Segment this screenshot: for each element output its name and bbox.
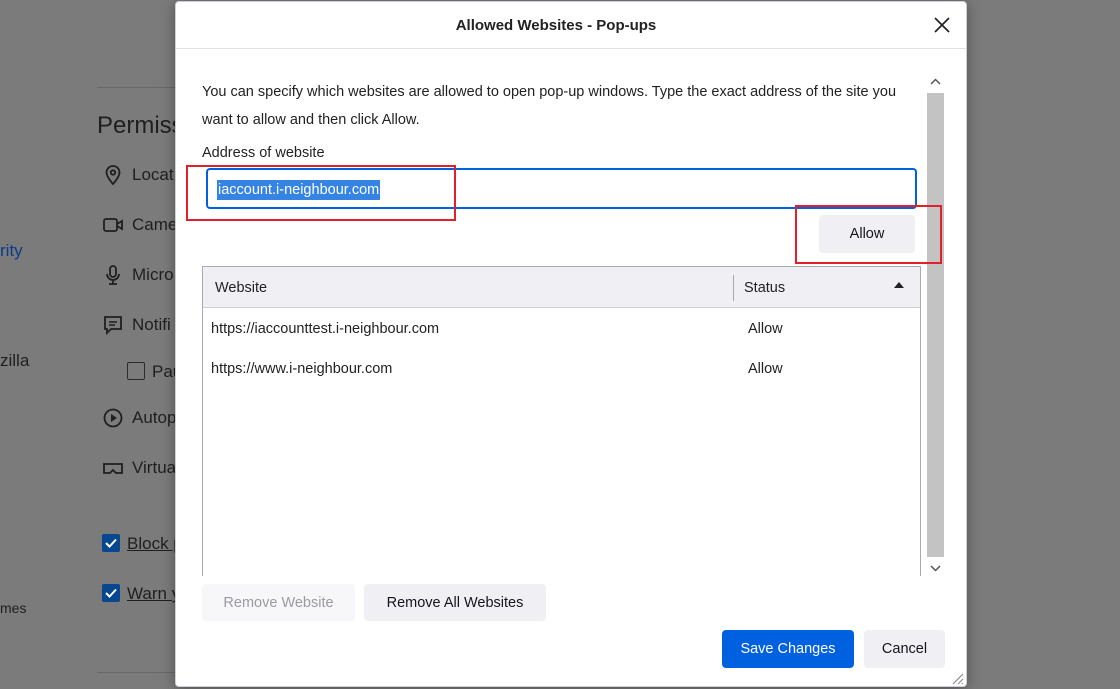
permission-autoplay-label: Autop	[132, 408, 177, 427]
sidebar-item-more-from-mozilla[interactable]: zilla	[0, 351, 29, 371]
remove-all-websites-button[interactable]: Remove All Websites	[364, 584, 546, 621]
website-cell: https://iaccounttest.i-neighbour.com	[211, 321, 440, 337]
permission-location-label: Locat	[132, 165, 174, 184]
allow-button[interactable]: Allow	[819, 215, 915, 253]
divider	[97, 87, 177, 88]
location-pin-icon	[102, 164, 124, 186]
warn-addons-checkbox[interactable]	[102, 584, 120, 602]
column-separator[interactable]	[733, 275, 734, 301]
dialog-description: You can specify which websites are allow…	[202, 84, 897, 128]
permission-vr-label: Virtua	[132, 458, 177, 477]
save-changes-button[interactable]: Save Changes	[722, 630, 854, 668]
scroll-up-button[interactable]	[926, 73, 945, 91]
status-cell: Allow	[748, 361, 783, 377]
chevron-up-icon	[930, 78, 941, 85]
address-label: Address of website	[202, 145, 325, 161]
permission-notifications-label: Notifi	[132, 315, 171, 334]
scroll-down-button[interactable]	[926, 559, 945, 577]
permission-camera-label: Came	[132, 215, 178, 234]
websites-table: Website Status https://iaccounttest.i-ne…	[202, 266, 921, 576]
resize-grip-icon[interactable]	[948, 669, 964, 685]
microphone-icon	[102, 264, 124, 286]
close-button[interactable]	[930, 13, 954, 37]
dialog-titlebar: Allowed Websites - Pop-ups	[176, 2, 966, 49]
website-cell: https://www.i-neighbour.com	[211, 361, 393, 377]
permission-microphone-label: Micro	[132, 265, 174, 284]
vr-headset-icon	[102, 457, 124, 479]
table-header: Website Status	[203, 267, 920, 308]
warn-addons-label: Warn y	[127, 584, 181, 603]
notification-icon	[102, 314, 124, 336]
scrollbar-thumb[interactable]	[927, 93, 944, 557]
chevron-down-icon	[930, 565, 941, 572]
remove-website-button[interactable]: Remove Website	[202, 584, 355, 621]
autoplay-icon	[102, 407, 124, 429]
close-icon	[934, 17, 950, 33]
cancel-button[interactable]: Cancel	[864, 630, 945, 668]
table-row[interactable]: https://iaccounttest.i-neighbour.com All…	[203, 309, 920, 349]
allowed-websites-dialog: Allowed Websites - Pop-ups You can speci…	[175, 1, 967, 687]
permissions-heading: Permiss	[97, 112, 184, 139]
dialog-scrollbar[interactable]	[926, 73, 945, 577]
sidebar-item-security[interactable]: rity	[0, 241, 23, 261]
divider	[97, 672, 177, 673]
address-input[interactable]	[206, 168, 917, 209]
column-header-website[interactable]: Website	[215, 280, 725, 296]
pause-notifications-checkbox[interactable]	[127, 362, 145, 380]
table-row[interactable]: https://www.i-neighbour.com Allow	[203, 349, 920, 389]
camera-icon	[102, 214, 124, 236]
column-header-status[interactable]: Status	[744, 280, 785, 296]
status-cell: Allow	[748, 321, 783, 337]
sidebar-item-extensions-themes[interactable]: mes	[0, 600, 26, 616]
block-popups-checkbox[interactable]	[102, 534, 120, 552]
dialog-title: Allowed Websites - Pop-ups	[455, 17, 657, 34]
sort-ascending-icon[interactable]	[894, 282, 904, 288]
